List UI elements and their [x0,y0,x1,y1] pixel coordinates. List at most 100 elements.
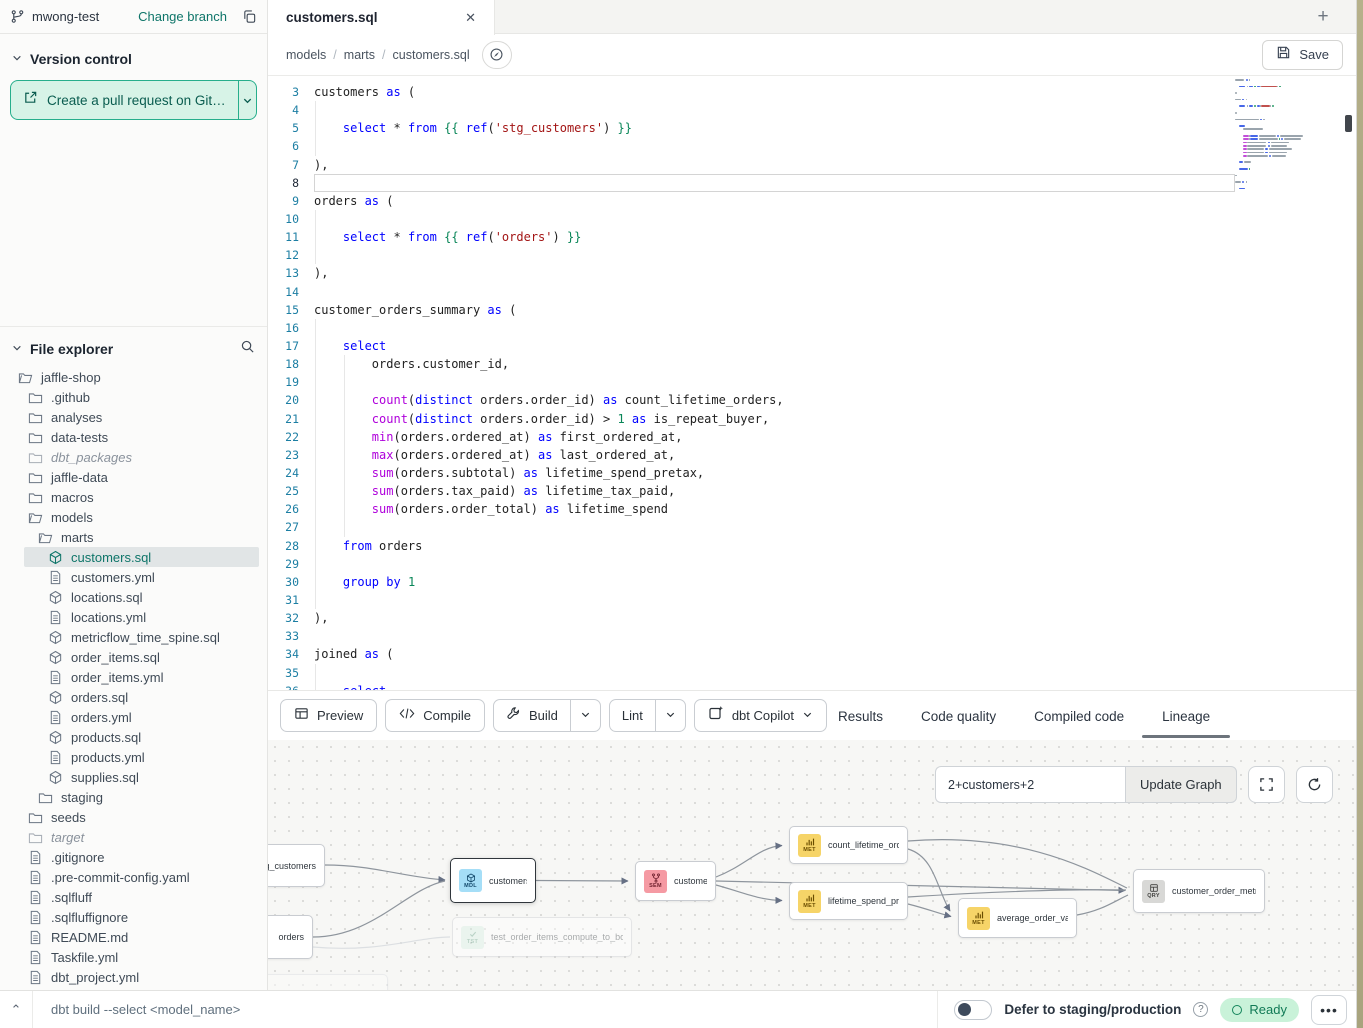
lineage-node-customers[interactable]: MDLcustomers [450,858,536,903]
tree-item-data-tests[interactable]: data-tests [0,427,267,447]
tree-item-customers.yml[interactable]: customers.yml [0,567,267,587]
tree-item-marts[interactable]: marts [0,527,267,547]
code-line-17[interactable]: 17 select [268,337,1235,355]
code-line-3[interactable]: 3customers as ( [268,83,1235,101]
code-line-34[interactable]: 34joined as ( [268,645,1235,663]
tree-item-target[interactable]: target [0,827,267,847]
tree-item-readme.md[interactable]: README.md [0,927,267,947]
compile-button[interactable]: Compile [385,699,485,732]
build-dropdown-button[interactable] [570,700,600,731]
editor-scrollbar[interactable] [1345,76,1353,690]
code-line-10[interactable]: 10 [268,210,1235,228]
code-line-7[interactable]: 7), [268,156,1235,174]
cli-command[interactable]: dbt build --select <model_name> [51,1002,240,1017]
code-line-21[interactable]: 21 count(distinct orders.order_id) > 1 a… [268,410,1235,428]
lint-button[interactable]: Lint [610,700,655,731]
help-icon[interactable]: ? [1193,1002,1208,1017]
code-line-30[interactable]: 30 group by 1 [268,573,1235,591]
code-line-26[interactable]: 26 sum(orders.order_total) as lifetime_s… [268,500,1235,518]
code-line-35[interactable]: 35 [268,664,1235,682]
change-branch-link[interactable]: Change branch [138,9,227,24]
refresh-button[interactable] [1296,766,1333,803]
tree-item-dbt_packages[interactable]: dbt_packages [0,447,267,467]
tab-customers-sql[interactable]: customers.sql ✕ [268,0,495,35]
docs-compass-button[interactable] [482,41,512,69]
breadcrumb-marts[interactable]: marts [344,48,375,62]
tree-item-models[interactable]: models [0,507,267,527]
code-line-14[interactable]: 14 [268,283,1235,301]
lint-dropdown-button[interactable] [655,700,685,731]
save-button[interactable]: Save [1262,40,1343,70]
lineage-selector-input[interactable] [935,766,1125,803]
tab-compiled-code[interactable]: Compiled code [1034,691,1124,741]
tree-item-locations.sql[interactable]: locations.sql [0,587,267,607]
breadcrumb-file[interactable]: customers.sql [393,48,470,62]
code-line-9[interactable]: 9orders as ( [268,192,1235,210]
code-line-23[interactable]: 23 max(orders.ordered_at) as last_ordere… [268,446,1235,464]
code-line-15[interactable]: 15customer_orders_summary as ( [268,301,1235,319]
dbt-copilot-button[interactable]: dbt Copilot [694,699,827,732]
tree-item-orders.yml[interactable]: orders.yml [0,707,267,727]
breadcrumb-models[interactable]: models [286,48,326,62]
tab-code-quality[interactable]: Code quality [921,691,996,741]
preview-button[interactable]: Preview [280,699,377,732]
tree-item-.sqlfluffignore[interactable]: .sqlfluffignore [0,907,267,927]
tree-item-products.sql[interactable]: products.sql [0,727,267,747]
code-line-28[interactable]: 28 from orders [268,537,1235,555]
code-line-16[interactable]: 16 [268,319,1235,337]
lineage-node-average_order_value[interactable]: METaverage_order_value [958,898,1077,938]
lineage-node-customers[interactable]: SEMcustomers [635,861,716,901]
lineage-node-count_lifetime_orders[interactable]: METcount_lifetime_orders [789,826,908,864]
tree-item-products.yml[interactable]: products.yml [0,747,267,767]
tree-item-order_items.sql[interactable]: order_items.sql [0,647,267,667]
code-line-22[interactable]: 22 min(orders.ordered_at) as first_order… [268,428,1235,446]
code-line-19[interactable]: 19 [268,373,1235,391]
copy-icon[interactable] [242,9,257,24]
tree-item-locations.yml[interactable]: locations.yml [0,607,267,627]
tree-item-taskfile.yml[interactable]: Taskfile.yml [0,947,267,967]
lineage-node-stg_customers[interactable]: stg_customers [268,844,325,887]
lineage-node-customer_order_metrics[interactable]: QRYcustomer_order_metrics [1133,869,1265,913]
code-line-11[interactable]: 11 select * from {{ ref('orders') }} [268,228,1235,246]
build-button[interactable]: Build [494,700,570,731]
tree-item-order_items.yml[interactable]: order_items.yml [0,667,267,687]
code-line-27[interactable]: 27 [268,518,1235,536]
code-line-36[interactable]: 36 select [268,682,1235,690]
code-line-4[interactable]: 4 [268,101,1235,119]
tree-item-.pre-commit-config.yaml[interactable]: .pre-commit-config.yaml [0,867,267,887]
code-line-31[interactable]: 31 [268,591,1235,609]
defer-toggle[interactable] [954,1000,992,1020]
code-line-8[interactable]: 8 [268,174,1235,192]
tree-item-jaffle-shop[interactable]: jaffle-shop [0,367,267,387]
tab-lineage[interactable]: Lineage [1162,691,1210,741]
fullscreen-button[interactable] [1248,766,1285,803]
tree-item-supplies.sql[interactable]: supplies.sql [0,767,267,787]
tree-item-analyses[interactable]: analyses [0,407,267,427]
lineage-node-lifetime_spend_pretax[interactable]: METlifetime_spend_pretax [789,882,908,920]
code-line-12[interactable]: 12 [268,246,1235,264]
scrollbar-thumb[interactable] [1345,115,1352,132]
code-line-20[interactable]: 20 count(distinct orders.order_id) as co… [268,391,1235,409]
tab-results[interactable]: Results [838,691,883,741]
code-lines[interactable]: 3customers as (45 select * from {{ ref('… [268,76,1235,690]
code-line-13[interactable]: 13), [268,264,1235,282]
tree-item-.gitignore[interactable]: .gitignore [0,847,267,867]
code-line-25[interactable]: 25 sum(orders.tax_paid) as lifetime_tax_… [268,482,1235,500]
code-line-32[interactable]: 32), [268,609,1235,627]
code-line-29[interactable]: 29 [268,555,1235,573]
search-icon[interactable] [240,339,255,359]
tree-item-.sqlfluff[interactable]: .sqlfluff [0,887,267,907]
version-control-section[interactable]: Version control [0,48,267,70]
tree-item-jaffle-data[interactable]: jaffle-data [0,467,267,487]
lineage-node-orders[interactable]: orders [268,915,313,959]
tree-item-staging[interactable]: staging [0,787,267,807]
code-line-33[interactable]: 33 [268,627,1235,645]
more-options-button[interactable]: ••• [1311,995,1347,1025]
tree-item-customers.sql[interactable]: customers.sql [0,547,267,567]
new-tab-button[interactable]: + [1305,0,1341,34]
minimap[interactable] [1235,78,1339,190]
code-line-5[interactable]: 5 select * from {{ ref('stg_customers') … [268,119,1235,137]
tree-item-seeds[interactable]: seeds [0,807,267,827]
code-line-6[interactable]: 6 [268,137,1235,155]
create-pr-dropdown-button[interactable] [238,81,256,119]
